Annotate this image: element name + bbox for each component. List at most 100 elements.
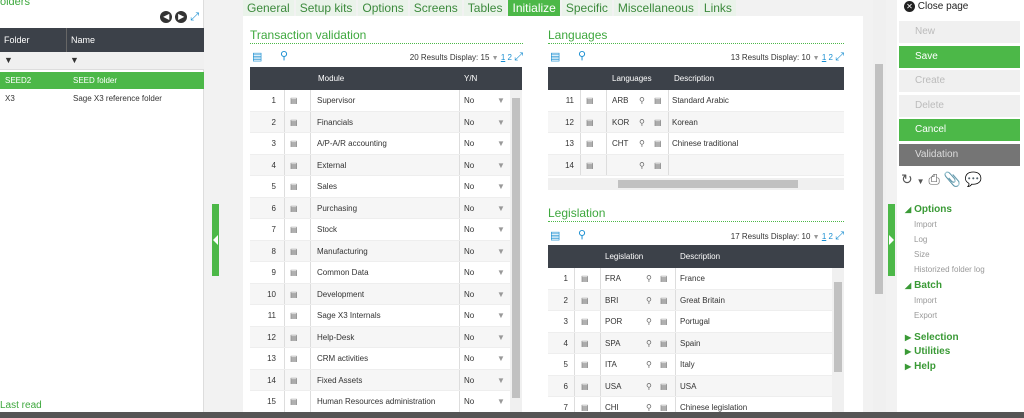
table-row[interactable]: X3 Sage X3 reference folder (0, 90, 204, 107)
detail-icon[interactable]: ▤ (660, 360, 668, 369)
chevron-down-icon[interactable]: ▼ (497, 247, 505, 256)
utilities-section[interactable]: Utilities (905, 346, 950, 357)
lookup-icon[interactable]: ⚲ (639, 118, 645, 127)
legislation-code-cell[interactable]: FRA (605, 274, 621, 283)
chevron-down-icon[interactable]: ▼ (813, 234, 820, 241)
lookup-icon[interactable]: ⚲ (639, 161, 645, 170)
detail-icon[interactable]: ▤ (654, 118, 662, 127)
yn-select[interactable]: No (464, 225, 474, 234)
chevron-down-icon[interactable]: ▼ (497, 354, 505, 363)
row-detail-icon[interactable]: ▤ (581, 317, 589, 326)
expand-icon[interactable]: ⤢ (514, 51, 523, 63)
legislation-scrollbar[interactable] (832, 268, 844, 412)
chevron-down-icon[interactable]: ▼ (917, 177, 925, 186)
tab-general[interactable]: General (243, 0, 294, 17)
language-code-cell[interactable]: ARB (612, 96, 628, 105)
table-row[interactable]: 13 ▤ CHT ⚲ ▤ Chinese traditional (548, 133, 844, 155)
row-detail-icon[interactable]: ▤ (290, 161, 298, 170)
search-icon[interactable]: ⚲ (280, 49, 288, 62)
row-detail-icon[interactable]: ▤ (290, 311, 298, 320)
lookup-icon[interactable]: ⚲ (639, 96, 645, 105)
row-detail-icon[interactable]: ▤ (586, 96, 594, 105)
row-detail-icon[interactable]: ▤ (586, 118, 594, 127)
help-section[interactable]: Help (905, 361, 936, 372)
chevron-down-icon[interactable]: ▼ (497, 182, 505, 191)
row-detail-icon[interactable]: ▤ (290, 204, 298, 213)
next-icon[interactable]: ▶ (175, 11, 188, 23)
display-select[interactable]: 15 (481, 53, 490, 62)
page-2-link[interactable]: 2 (829, 232, 833, 241)
table-row[interactable]: 2 ▤ BRI ⚲ ▤ Great Britain (548, 289, 832, 311)
search-icon[interactable]: ⚲ (578, 228, 586, 241)
chevron-down-icon[interactable]: ▼ (497, 204, 505, 213)
tab-specific[interactable]: Specific (561, 0, 612, 17)
options-historized-folder-log[interactable]: Historized folder log (914, 265, 985, 274)
batch-import[interactable]: Import (914, 296, 937, 305)
chevron-down-icon[interactable]: ▼ (497, 225, 505, 234)
table-row[interactable]: 4 ▤ SPA ⚲ ▤ Spain (548, 332, 832, 354)
table-row[interactable]: SEED2 SEED folder (0, 72, 204, 89)
row-detail-icon[interactable]: ▤ (290, 225, 298, 234)
page-1-link[interactable]: 1 (822, 232, 826, 241)
close-page-button[interactable]: ✕ Close page (904, 1, 968, 12)
table-row[interactable]: 12 ▤ Help-Desk No ▼ (250, 326, 510, 348)
detail-icon[interactable]: ▤ (660, 296, 668, 305)
lookup-icon[interactable]: ⚲ (646, 403, 652, 412)
filter-icon[interactable]: ▼ (4, 55, 13, 65)
detail-icon[interactable]: ▤ (660, 339, 668, 348)
expand-icon[interactable]: ⤢ (190, 11, 199, 23)
display-select[interactable]: 10 (802, 53, 811, 62)
legislation-code-cell[interactable]: CHI (605, 403, 619, 412)
search-icon[interactable]: ⚲ (578, 49, 586, 62)
row-detail-icon[interactable]: ▤ (290, 376, 298, 385)
row-detail-icon[interactable]: ▤ (581, 274, 589, 283)
table-row[interactable]: 4 ▤ External No ▼ (250, 154, 510, 176)
language-code-cell[interactable]: KOR (612, 118, 629, 127)
selection-section[interactable]: Selection (905, 332, 958, 343)
yn-select[interactable]: No (464, 204, 474, 213)
col-languages[interactable]: Languages (612, 74, 652, 83)
row-detail-icon[interactable]: ▤ (581, 339, 589, 348)
table-row[interactable]: 10 ▤ Development No ▼ (250, 283, 510, 305)
create-button[interactable]: Create (899, 70, 1020, 92)
col-description[interactable]: Description (680, 252, 720, 261)
row-detail-icon[interactable]: ▤ (290, 397, 298, 406)
detail-icon[interactable]: ▤ (660, 382, 668, 391)
attachment-icon[interactable]: 📎 (944, 171, 961, 187)
tab-options[interactable]: Options (358, 0, 408, 17)
yn-select[interactable]: No (464, 118, 474, 127)
row-detail-icon[interactable]: ▤ (290, 333, 298, 342)
table-row[interactable]: 14 ▤ ⚲ ▤ (548, 154, 844, 176)
row-detail-icon[interactable]: ▤ (290, 182, 298, 191)
tab-links[interactable]: Links (699, 0, 736, 17)
table-row[interactable]: 3 ▤ POR ⚲ ▤ Portugal (548, 311, 832, 333)
page-2-link[interactable]: 2 (829, 53, 833, 62)
detail-icon[interactable]: ▤ (654, 96, 662, 105)
save-button[interactable]: Save (899, 46, 1020, 68)
lookup-icon[interactable]: ⚲ (646, 317, 652, 326)
lookup-icon[interactable]: ⚲ (639, 139, 645, 148)
yn-select[interactable]: No (464, 311, 474, 320)
col-module[interactable]: Module (318, 74, 344, 83)
yn-select[interactable]: No (464, 354, 474, 363)
table-row[interactable]: 5 ▤ ITA ⚲ ▤ Italy (548, 354, 832, 376)
collapse-left-toggle[interactable] (212, 204, 219, 276)
yn-select[interactable]: No (464, 139, 474, 148)
chevron-down-icon[interactable]: ▼ (497, 96, 505, 105)
col-name[interactable]: Name (71, 35, 95, 45)
row-detail-icon[interactable]: ▤ (290, 268, 298, 277)
table-row[interactable]: 6 ▤ Purchasing No ▼ (250, 197, 510, 219)
chevron-down-icon[interactable]: ▼ (497, 118, 505, 127)
row-detail-icon[interactable]: ▤ (586, 161, 594, 170)
chevron-down-icon[interactable]: ▼ (497, 290, 505, 299)
transaction-scrollbar[interactable] (510, 90, 522, 412)
cancel-button[interactable]: Cancel (899, 119, 1020, 141)
language-code-cell[interactable]: CHT (612, 139, 628, 148)
chevron-down-icon[interactable]: ▼ (497, 397, 505, 406)
table-row[interactable]: 11 ▤ Sage X3 Internals No ▼ (250, 305, 510, 327)
tab-screens[interactable]: Screens (409, 0, 462, 17)
batch-section[interactable]: Batch (905, 280, 942, 291)
collapse-right-toggle[interactable] (888, 204, 895, 276)
chevron-down-icon[interactable]: ▼ (497, 139, 505, 148)
options-import[interactable]: Import (914, 220, 937, 229)
